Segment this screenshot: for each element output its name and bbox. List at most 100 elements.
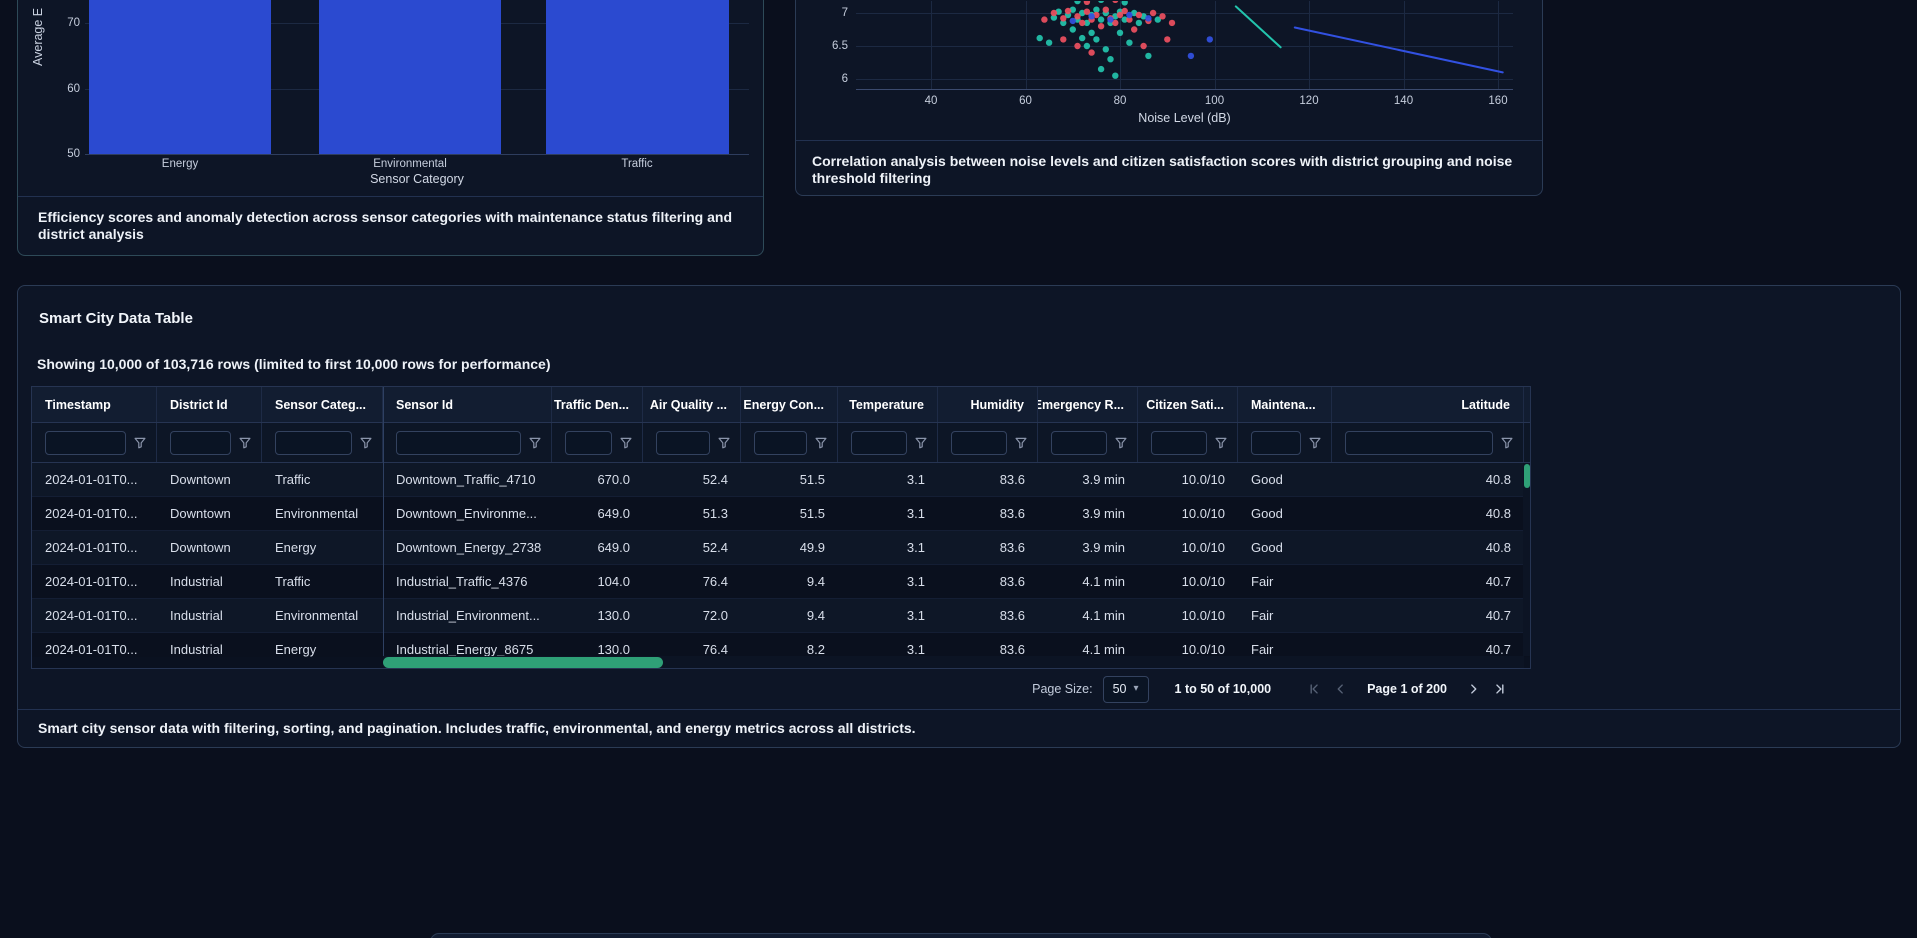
table-row[interactable]: 2024-01-01T0... Downtown Traffic Downtown_T…: [32, 463, 1530, 497]
efficiency-x-axis-title: Sensor Category: [370, 172, 464, 186]
column-header[interactable]: Sensor Id: [383, 387, 552, 422]
filter-icon[interactable]: [915, 437, 927, 449]
column-header[interactable]: Maintena...: [1238, 387, 1332, 422]
horizontal-scrollbar[interactable]: [383, 656, 1524, 668]
column-header[interactable]: Emergency R...: [1038, 387, 1138, 422]
table-cell: 2024-01-01T0...: [32, 463, 157, 496]
table-row[interactable]: 2024-01-01T0... Industrial Traffic Industri…: [32, 565, 1530, 599]
table-cell: 104.0: [552, 565, 643, 598]
table-cell-text: Downtown: [170, 472, 231, 487]
table-row[interactable]: 2024-01-01T0... Industrial Environmental In…: [32, 599, 1530, 633]
column-header[interactable]: Traffic Den...: [552, 387, 643, 422]
filter-input[interactable]: [1051, 430, 1107, 455]
table-cell: 3.1: [838, 531, 938, 564]
column-header[interactable]: Sensor Categ...: [262, 387, 383, 422]
column-header[interactable]: Energy Con...: [741, 387, 838, 422]
table-cell: 51.5: [741, 497, 838, 530]
table-row[interactable]: 2024-01-01T0... Downtown Energy Downtown_En…: [32, 531, 1530, 565]
table-cell-text: Industrial_Traffic_4376: [396, 574, 528, 589]
table-cell: 51.3: [643, 497, 741, 530]
filter-input[interactable]: [1345, 430, 1493, 455]
filter-input[interactable]: [170, 430, 231, 455]
column-header[interactable]: Citizen Sati...: [1138, 387, 1238, 422]
table-cell-text: Traffic: [275, 472, 311, 487]
filter-icon[interactable]: [1015, 437, 1027, 449]
column-header[interactable]: District Id: [157, 387, 262, 422]
column-header[interactable]: Timestamp: [32, 387, 157, 422]
filter-input[interactable]: [951, 430, 1007, 455]
table-cell-text: Industrial: [170, 608, 223, 623]
scatter-point: [1159, 13, 1166, 20]
column-header[interactable]: Latitude: [1332, 387, 1524, 422]
column-header[interactable]: Temperature: [838, 387, 938, 422]
filter-input[interactable]: [396, 430, 521, 455]
table-cell: 83.6: [938, 599, 1038, 632]
filter-input[interactable]: [1151, 430, 1207, 455]
scatter-point: [1088, 49, 1095, 56]
table-cell: Industrial: [157, 599, 262, 632]
filter-icon[interactable]: [718, 437, 730, 449]
table-row[interactable]: 2024-01-01T0... Downtown Environmental Down…: [32, 497, 1530, 531]
column-header-label: Traffic Den...: [553, 397, 629, 412]
table-cell: 51.5: [741, 463, 838, 496]
filter-icon[interactable]: [1309, 437, 1321, 449]
filter-icon[interactable]: [1501, 437, 1513, 449]
filter-cell: [1238, 423, 1332, 462]
table-cell: 10.0/10: [1138, 531, 1238, 564]
page-indicator: Page 1 of 200: [1367, 682, 1447, 696]
table-cell-text: 83.6: [999, 642, 1025, 657]
scatter-point: [1074, 13, 1081, 20]
table-cell-text: Good: [1251, 540, 1283, 555]
table-cell-text: 3.9 min: [1082, 472, 1125, 487]
x-tick-label: 40: [924, 95, 938, 107]
first-page-icon[interactable]: [1307, 682, 1321, 696]
scatter-point: [1097, 16, 1105, 23]
horizontal-scrollbar-thumb[interactable]: [383, 657, 663, 668]
table-cell-text: 49.9: [799, 540, 825, 555]
table-cell-text: 104.0: [597, 574, 630, 589]
vertical-scrollbar-thumb[interactable]: [1524, 464, 1530, 488]
table-cell: 8.2: [741, 633, 838, 657]
filter-input[interactable]: [656, 430, 710, 455]
page-size-select[interactable]: 50 ▾: [1102, 675, 1149, 703]
table-cell-text: Good: [1251, 472, 1283, 487]
filter-cell: [32, 423, 157, 462]
x-tick-label: Environmental: [373, 158, 447, 170]
filter-input[interactable]: [45, 430, 126, 455]
table-cell: Fair: [1238, 565, 1332, 598]
column-header[interactable]: Air Quality ...: [643, 387, 741, 422]
filter-input[interactable]: [1251, 430, 1301, 455]
scatter-point: [1131, 26, 1138, 33]
filter-input[interactable]: [754, 430, 807, 455]
column-header[interactable]: Humidity: [938, 387, 1038, 422]
filter-icon[interactable]: [239, 437, 251, 449]
table-cell-text: Industrial_Environment...: [396, 608, 540, 623]
table-cell: 10.0/10: [1138, 599, 1238, 632]
table-cell-text: 3.1: [906, 642, 925, 657]
filter-icon[interactable]: [620, 437, 632, 449]
filter-input[interactable]: [275, 430, 352, 455]
table-row[interactable]: 2024-01-01T0... Industrial Energy Industria…: [32, 633, 1530, 657]
x-tick-label: 120: [1299, 95, 1319, 107]
filter-icon[interactable]: [815, 437, 827, 449]
next-page-icon[interactable]: [1467, 682, 1481, 696]
vertical-scrollbar[interactable]: [1523, 463, 1530, 656]
filter-icon[interactable]: [1215, 437, 1227, 449]
table-cell: 9.4: [741, 599, 838, 632]
table-cell-text: 40.8: [1485, 540, 1511, 555]
filter-input[interactable]: [565, 430, 612, 455]
table-cell: 83.6: [938, 633, 1038, 657]
table-title: Smart City Data Table: [39, 310, 193, 327]
table-cell-text: 83.6: [999, 472, 1025, 487]
last-page-icon[interactable]: [1493, 682, 1507, 696]
table-cell: 49.9: [741, 531, 838, 564]
filter-icon[interactable]: [134, 437, 146, 449]
table-cell-text: 4.1 min: [1082, 608, 1125, 623]
filter-icon[interactable]: [529, 437, 541, 449]
table-cell: Industrial: [157, 633, 262, 657]
filter-icon[interactable]: [360, 437, 372, 449]
filter-input[interactable]: [851, 430, 907, 455]
table-cell-text: 2024-01-01T0...: [45, 506, 138, 521]
filter-icon[interactable]: [1115, 437, 1127, 449]
previous-page-icon[interactable]: [1333, 682, 1347, 696]
